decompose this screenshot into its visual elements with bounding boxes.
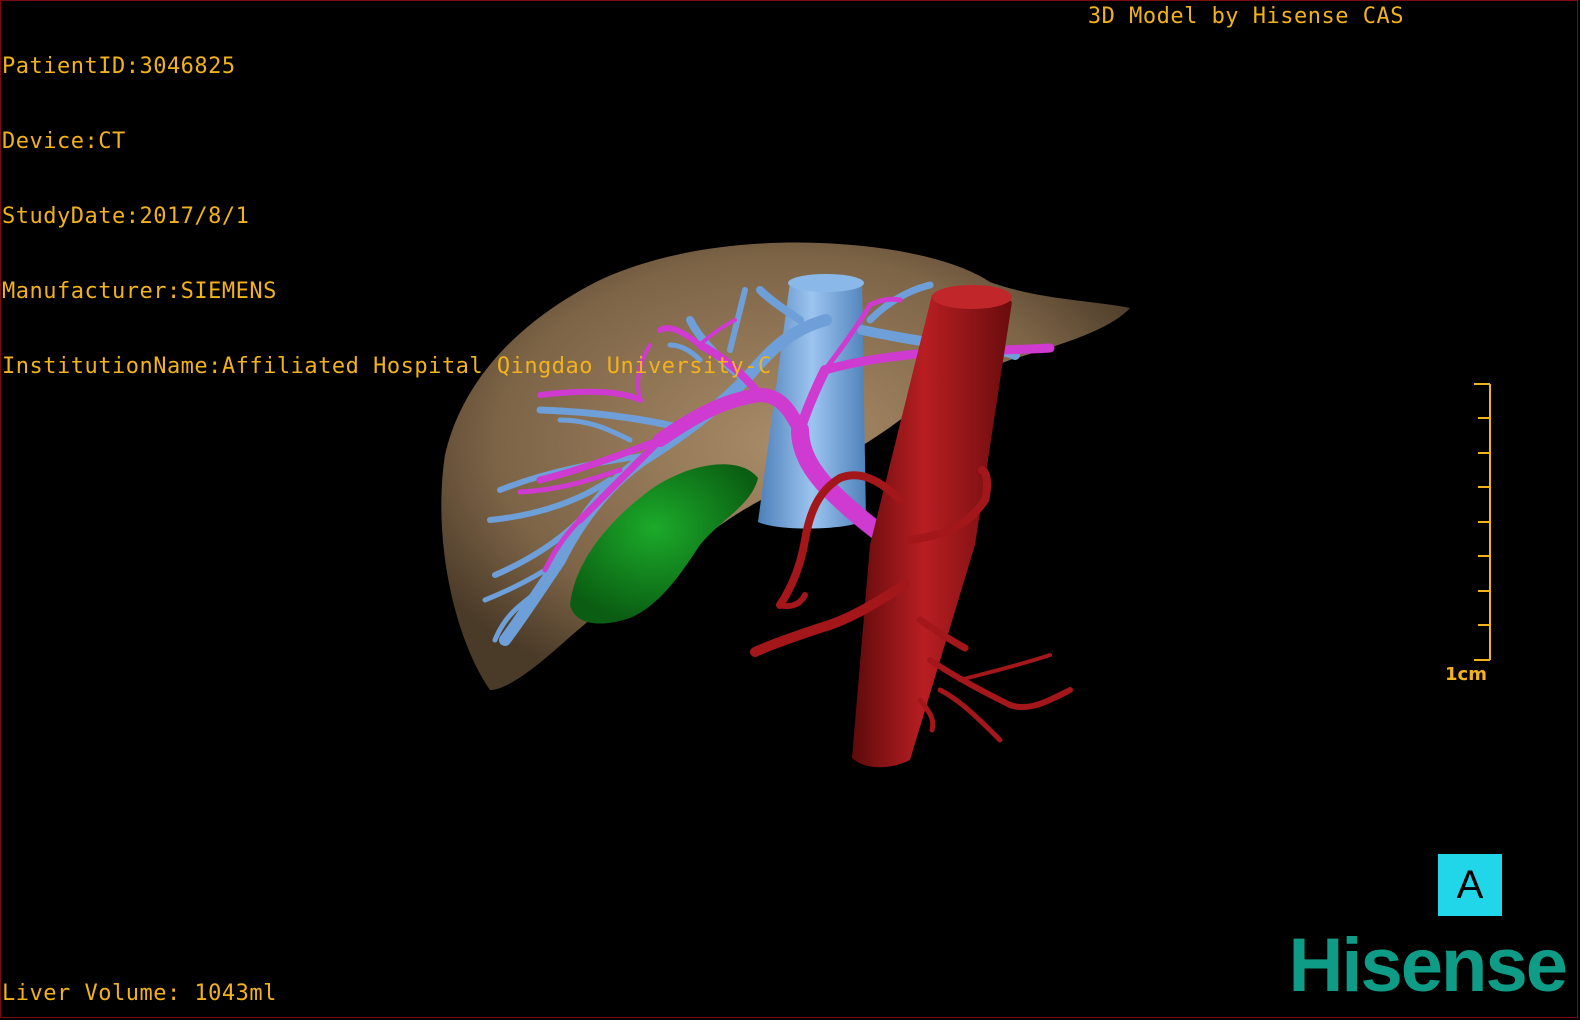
scale-bar-label: 1cm <box>1445 664 1487 685</box>
brand-logo: Hisense <box>1288 923 1568 1008</box>
scale-bar <box>1474 383 1491 661</box>
liver-volume-text: Liver Volume: 1043ml <box>2 981 277 1006</box>
study-info-panel: PatientID:3046825 Device:CT StudyDate:20… <box>2 4 772 404</box>
institution-text: InstitutionName:Affiliated Hospital Qing… <box>2 354 772 379</box>
orientation-marker[interactable]: A <box>1438 854 1502 916</box>
patient-id-text: PatientID:3046825 <box>2 54 236 79</box>
manufacturer-text: Manufacturer:SIEMENS <box>2 279 277 304</box>
model-credit-text: 3D Model by Hisense CAS <box>1087 4 1404 29</box>
study-date-text: StudyDate:2017/8/1 <box>2 204 250 229</box>
device-text: Device:CT <box>2 129 126 154</box>
